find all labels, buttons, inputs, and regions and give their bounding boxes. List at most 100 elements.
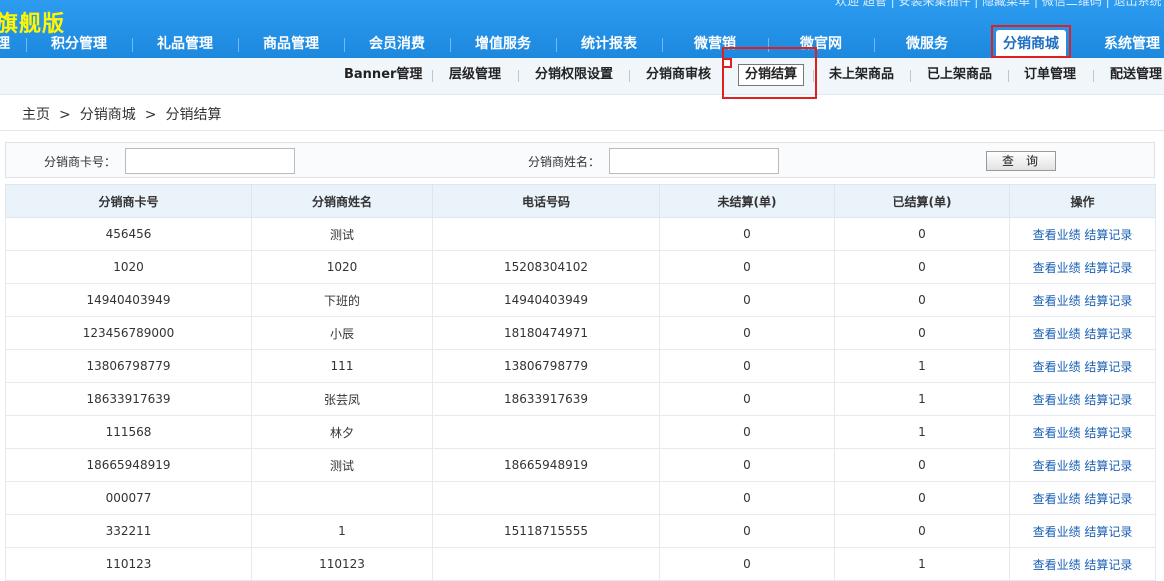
subnav-divider <box>432 70 433 82</box>
breadcrumb-home[interactable]: 主页 <box>22 107 50 123</box>
table-cell-actions: 查看业绩 结算记录 <box>1009 448 1156 482</box>
nav-item-system[interactable]: 系统管理 <box>1104 30 1164 58</box>
nav-item-gifts[interactable]: 礼品管理 <box>150 30 220 58</box>
table-cell-name: 测试 <box>251 448 433 482</box>
table-cell-card: 110123 <box>5 547 252 581</box>
table-cell-unsettled: 0 <box>659 283 835 317</box>
view-performance-link[interactable]: 查看业绩 <box>1033 492 1081 506</box>
table-cell-unsettled: 0 <box>659 250 835 284</box>
view-performance-link[interactable]: 查看业绩 <box>1033 558 1081 572</box>
settlement-records-link[interactable]: 结算记录 <box>1084 228 1132 242</box>
nav-divider <box>450 38 451 52</box>
view-performance-link[interactable]: 查看业绩 <box>1033 426 1081 440</box>
settlement-records-link[interactable]: 结算记录 <box>1084 261 1132 275</box>
settlement-table: 分销商卡号 分销商姓名 电话号码 未结算(单) 已结算(单) 操作 456456… <box>5 184 1156 581</box>
table-cell-phone: 18633917639 <box>432 382 660 416</box>
table-cell-settled: 1 <box>834 349 1010 383</box>
table-header-row: 分销商卡号 分销商姓名 电话号码 未结算(单) 已结算(单) 操作 <box>5 184 1156 218</box>
table-cell-actions: 查看业绩 结算记录 <box>1009 547 1156 581</box>
distributor-name-input[interactable] <box>609 148 779 174</box>
subnav-item-delivery[interactable]: 配送管理 <box>1110 58 1162 94</box>
table-cell-phone: 13806798779 <box>432 349 660 383</box>
table-cell-name: 110123 <box>251 547 433 581</box>
table-cell-settled: 1 <box>834 382 1010 416</box>
nav-divider <box>238 38 239 52</box>
table-cell-unsettled: 0 <box>659 415 835 449</box>
nav-item-wechat-service[interactable]: 微服务 <box>892 30 962 58</box>
settlement-records-link[interactable]: 结算记录 <box>1084 360 1132 374</box>
settlement-records-link[interactable]: 结算记录 <box>1084 459 1132 473</box>
nav-item-reports[interactable]: 统计报表 <box>574 30 644 58</box>
subnav-item-orders[interactable]: 订单管理 <box>1024 58 1076 94</box>
view-performance-link[interactable]: 查看业绩 <box>1033 393 1081 407</box>
table-cell-unsettled: 0 <box>659 547 835 581</box>
table-cell-actions: 查看业绩 结算记录 <box>1009 382 1156 416</box>
view-performance-link[interactable]: 查看业绩 <box>1033 327 1081 341</box>
settlement-records-link[interactable]: 结算记录 <box>1084 294 1132 308</box>
settlement-records-link[interactable]: 结算记录 <box>1084 525 1132 539</box>
table-cell-phone <box>432 481 660 515</box>
search-button[interactable]: 查询 <box>986 151 1056 171</box>
settlement-records-link[interactable]: 结算记录 <box>1084 327 1132 341</box>
nav-item-partial[interactable]: 理 <box>0 30 10 58</box>
subnav-divider <box>1093 70 1094 82</box>
view-performance-link[interactable]: 查看业绩 <box>1033 360 1081 374</box>
table-cell-card: 123456789000 <box>5 316 252 350</box>
nav-item-products[interactable]: 商品管理 <box>256 30 326 58</box>
settlement-records-link[interactable]: 结算记录 <box>1084 558 1132 572</box>
table-cell-unsettled: 0 <box>659 316 835 350</box>
sub-nav: Banner管理 层级管理 分销权限设置 分销商审核 未上架商品 已上架商品 订… <box>0 58 1164 95</box>
table-cell-card: 13806798779 <box>5 349 252 383</box>
table-row: 14940403949 下班的 14940403949 0 0 查看业绩 结算记录 <box>5 283 1156 317</box>
subnav-item-review[interactable]: 分销商审核 <box>646 58 711 94</box>
table-cell-name <box>251 481 433 515</box>
subnav-divider <box>910 70 911 82</box>
table-row: 111568 林夕 0 1 查看业绩 结算记录 <box>5 415 1156 449</box>
nav-item-value-added[interactable]: 增值服务 <box>468 30 538 58</box>
table-cell-unsettled: 0 <box>659 448 835 482</box>
table-cell-unsettled: 0 <box>659 382 835 416</box>
column-header: 未结算(单) <box>659 184 835 218</box>
subnav-item-permissions[interactable]: 分销权限设置 <box>535 58 613 94</box>
settlement-records-link[interactable]: 结算记录 <box>1084 393 1132 407</box>
table-cell-card: 000077 <box>5 481 252 515</box>
subnav-item-levels[interactable]: 层级管理 <box>449 58 501 94</box>
table-cell-settled: 0 <box>834 217 1010 251</box>
table-cell-name: 测试 <box>251 217 433 251</box>
view-performance-link[interactable]: 查看业绩 <box>1033 459 1081 473</box>
table-cell-phone <box>432 547 660 581</box>
view-performance-link[interactable]: 查看业绩 <box>1033 261 1081 275</box>
view-performance-link[interactable]: 查看业绩 <box>1033 294 1081 308</box>
nav-item-member-spend[interactable]: 会员消费 <box>362 30 432 58</box>
subnav-item-unlisted[interactable]: 未上架商品 <box>829 58 894 94</box>
view-performance-link[interactable]: 查看业绩 <box>1033 228 1081 242</box>
table-cell-card: 18633917639 <box>5 382 252 416</box>
table-row: 123456789000 小辰 18180474971 0 0 查看业绩 结算记录 <box>5 316 1156 350</box>
nav-divider <box>662 38 663 52</box>
table-cell-settled: 1 <box>834 547 1010 581</box>
subnav-item-banner[interactable]: Banner管理 <box>344 58 422 94</box>
table-cell-unsettled: 0 <box>659 217 835 251</box>
nav-item-points[interactable]: 积分管理 <box>44 30 114 58</box>
top-header: 旗舰版 欢迎 超管 | 安装采集插件 | 隐藏菜单 | 微信二维码 | 退出系统… <box>0 0 1164 58</box>
settlement-records-link[interactable]: 结算记录 <box>1084 426 1132 440</box>
column-header: 操作 <box>1009 184 1156 218</box>
subnav-item-listed[interactable]: 已上架商品 <box>927 58 992 94</box>
nav-highlight-box <box>991 25 1071 58</box>
column-header: 分销商姓名 <box>251 184 433 218</box>
nav-divider <box>556 38 557 52</box>
top-links[interactable]: 欢迎 超管 | 安装采集插件 | 隐藏菜单 | 微信二维码 | 退出系统 <box>835 0 1162 9</box>
view-performance-link[interactable]: 查看业绩 <box>1033 525 1081 539</box>
card-number-input[interactable] <box>125 148 295 174</box>
table-cell-actions: 查看业绩 结算记录 <box>1009 481 1156 515</box>
breadcrumb-section[interactable]: 分销商城 <box>80 107 136 123</box>
settlement-records-link[interactable]: 结算记录 <box>1084 492 1132 506</box>
breadcrumb-current: 分销结算 <box>165 107 222 123</box>
table-cell-card: 18665948919 <box>5 448 252 482</box>
table-cell-phone: 18180474971 <box>432 316 660 350</box>
table-row: 18633917639 张芸凤 18633917639 0 1 查看业绩 结算记录 <box>5 382 1156 416</box>
nav-divider <box>344 38 345 52</box>
table-cell-unsettled: 0 <box>659 481 835 515</box>
table-cell-name: 111 <box>251 349 433 383</box>
highlight-marker <box>722 58 732 68</box>
